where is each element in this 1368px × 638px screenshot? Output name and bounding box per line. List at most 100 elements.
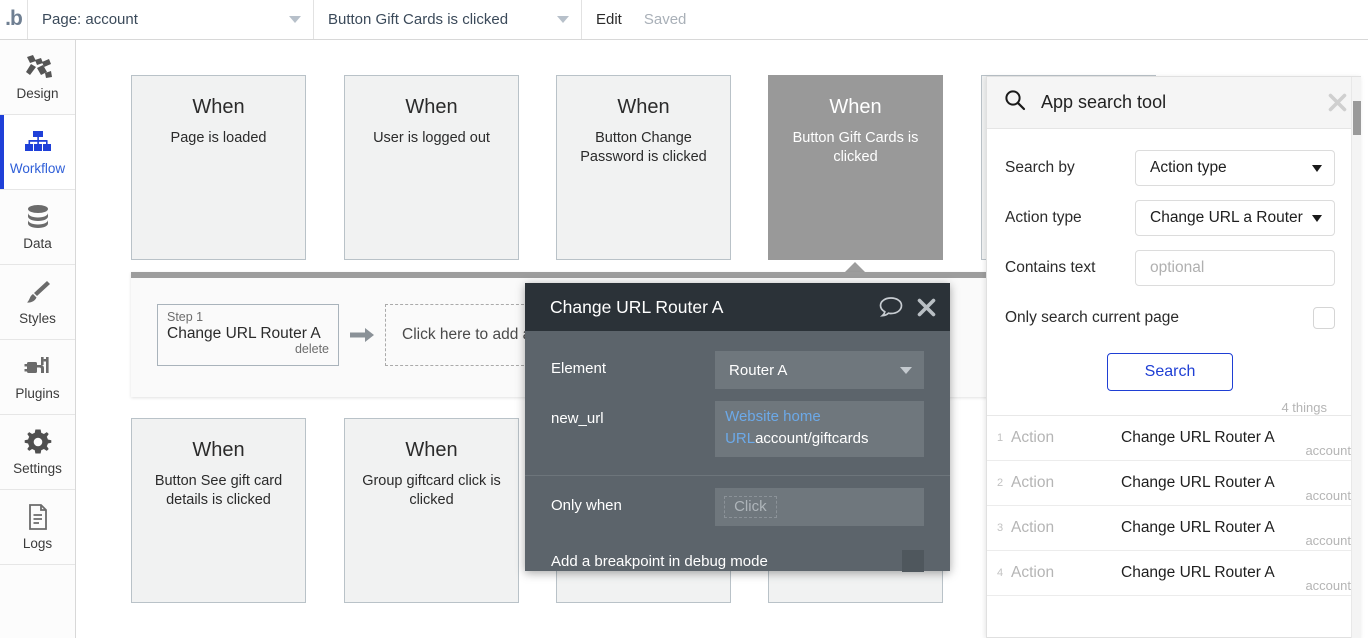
close-icon[interactable] bbox=[1328, 93, 1347, 112]
search-result-row[interactable]: 2 Action Change URL Router A account bbox=[987, 461, 1361, 506]
result-kind: Action bbox=[1011, 564, 1055, 581]
sidebar-item-plugins[interactable]: Plugins bbox=[0, 340, 75, 415]
step-name-label: Change URL Router A bbox=[167, 325, 321, 342]
when-card-title: When bbox=[405, 96, 458, 118]
result-page: account bbox=[1305, 488, 1351, 503]
top-toolbar: .b Page: account Button Gift Cards is cl… bbox=[0, 0, 1368, 40]
sidebar-item-settings[interactable]: Settings bbox=[0, 415, 75, 490]
action-type-label: Action type bbox=[1005, 209, 1082, 226]
element-label: Element bbox=[551, 360, 607, 377]
sidebar-item-workflow[interactable]: Workflow bbox=[0, 115, 75, 190]
element-row: Element Router A bbox=[525, 331, 950, 389]
search-result-row[interactable]: 1 Action Change URL Router A account bbox=[987, 416, 1361, 461]
when-card[interactable]: When Button Change Password is clicked bbox=[556, 75, 731, 260]
only-when-row: Only when Click bbox=[525, 476, 950, 526]
search-result-row[interactable]: 3 Action Change URL Router A account bbox=[987, 506, 1361, 551]
when-card[interactable]: When Page is loaded bbox=[131, 75, 306, 260]
action-type-select[interactable]: Change URL a Router bbox=[1135, 200, 1335, 236]
search-panel-scrollbar[interactable] bbox=[1351, 77, 1361, 638]
sidebar-item-label: Styles bbox=[19, 311, 56, 326]
result-page: account bbox=[1305, 578, 1351, 593]
paintbrush-icon bbox=[23, 278, 53, 306]
when-card-title: When bbox=[192, 96, 245, 118]
sidebar-item-data[interactable]: Data bbox=[0, 190, 75, 265]
speech-bubble-icon[interactable] bbox=[879, 296, 903, 318]
when-card-subtitle: Button See gift card details is clicked bbox=[154, 473, 283, 508]
scrollbar-thumb[interactable] bbox=[1353, 101, 1361, 135]
search-by-value: Action type bbox=[1150, 159, 1227, 176]
chevron-down-icon bbox=[557, 16, 569, 23]
element-select-value: Router A bbox=[729, 361, 788, 379]
when-card-title: When bbox=[617, 96, 670, 118]
page-selector-value: Page: account bbox=[42, 11, 138, 28]
sidebar-item-logs[interactable]: Logs bbox=[0, 490, 75, 565]
when-card-title: When bbox=[405, 439, 458, 461]
result-name: Change URL Router A bbox=[1121, 474, 1275, 491]
close-icon[interactable] bbox=[917, 298, 936, 317]
result-name: Change URL Router A bbox=[1121, 519, 1275, 536]
only-when-field[interactable]: Click bbox=[715, 488, 924, 526]
page-selector[interactable]: Page: account bbox=[28, 0, 314, 39]
action-modal-header: Change URL Router A bbox=[525, 283, 950, 331]
search-panel-body: Search by Action type Action type Change… bbox=[987, 129, 1361, 415]
breakpoint-checkbox[interactable] bbox=[902, 550, 924, 572]
sidebar-item-label: Settings bbox=[13, 461, 62, 476]
bubble-logo-mark: .b bbox=[5, 7, 23, 30]
sidebar-item-styles[interactable]: Styles bbox=[0, 265, 75, 340]
result-name: Change URL Router A bbox=[1121, 429, 1275, 446]
only-when-label: Only when bbox=[551, 497, 622, 514]
when-card-title: When bbox=[829, 96, 882, 118]
search-result-row[interactable]: 4 Action Change URL Router A account bbox=[987, 551, 1361, 596]
action-modal-title: Change URL Router A bbox=[550, 296, 724, 317]
arrow-right-icon bbox=[349, 325, 375, 345]
chevron-down-icon bbox=[1312, 164, 1322, 172]
chevron-down-icon bbox=[1312, 214, 1322, 222]
bubble-logo[interactable]: .b bbox=[0, 0, 28, 39]
edit-button[interactable]: Edit bbox=[582, 0, 636, 39]
step-number-label: Step 1 bbox=[167, 310, 204, 324]
new-url-value-field[interactable]: Website home URLaccount/giftcards bbox=[715, 401, 924, 457]
breakpoint-row: Add a breakpoint in debug mode bbox=[525, 538, 950, 584]
app-search-panel: App search tool Search by Action type Ac… bbox=[986, 76, 1361, 638]
only-current-page-label: Only search current page bbox=[1005, 309, 1180, 326]
search-panel-header: App search tool bbox=[987, 77, 1361, 129]
search-icon bbox=[1004, 89, 1026, 116]
design-icon bbox=[23, 53, 53, 81]
plug-icon bbox=[23, 353, 53, 381]
when-card-selected[interactable]: When Button Gift Cards is clicked bbox=[768, 75, 943, 260]
only-current-page-checkbox[interactable] bbox=[1313, 307, 1335, 329]
sidebar-item-design[interactable]: Design bbox=[0, 40, 75, 115]
document-icon bbox=[23, 503, 53, 531]
when-card[interactable]: When Group giftcard click is clicked bbox=[344, 418, 519, 603]
when-card[interactable]: When User is logged out bbox=[344, 75, 519, 260]
when-card-subtitle: Group giftcard click is clicked bbox=[362, 473, 501, 508]
element-select[interactable]: Router A bbox=[715, 351, 924, 389]
contains-text-input[interactable]: optional bbox=[1135, 250, 1335, 286]
search-results-list: 1 Action Change URL Router A account 2 A… bbox=[987, 415, 1361, 596]
gear-icon bbox=[23, 428, 53, 456]
search-button[interactable]: Search bbox=[1107, 353, 1233, 391]
new-url-row: new_url Website home URLaccount/giftcard… bbox=[525, 389, 950, 457]
workflow-icon bbox=[23, 128, 53, 156]
breakpoint-label: Add a breakpoint in debug mode bbox=[551, 552, 768, 570]
bubble-editor-window: .b Page: account Button Gift Cards is cl… bbox=[0, 0, 1368, 638]
step-delete-button[interactable]: delete bbox=[167, 342, 329, 356]
sidebar-item-label: Data bbox=[23, 236, 52, 251]
left-sidebar: Design Workflow Data Styles Plugins Sett… bbox=[0, 40, 76, 638]
results-count-label: 4 things bbox=[1281, 400, 1327, 415]
sidebar-item-label: Plugins bbox=[15, 386, 60, 401]
result-index: 3 bbox=[997, 522, 1004, 534]
result-kind: Action bbox=[1011, 474, 1055, 491]
contains-text-row: Contains text optional bbox=[1005, 243, 1335, 293]
search-by-select[interactable]: Action type bbox=[1135, 150, 1335, 186]
result-index: 1 bbox=[997, 432, 1004, 444]
when-card-subtitle: Button Gift Cards is clicked bbox=[792, 130, 919, 165]
result-kind: Action bbox=[1011, 429, 1055, 446]
result-name: Change URL Router A bbox=[1121, 564, 1275, 581]
workflow-step-card[interactable]: Step 1 Change URL Router A delete bbox=[157, 304, 339, 366]
event-selector[interactable]: Button Gift Cards is clicked bbox=[314, 0, 582, 39]
result-index: 2 bbox=[997, 477, 1004, 489]
when-card[interactable]: When Button See gift card details is cli… bbox=[131, 418, 306, 603]
only-when-placeholder: Click bbox=[724, 496, 777, 518]
action-type-value: Change URL a Router bbox=[1150, 209, 1303, 226]
